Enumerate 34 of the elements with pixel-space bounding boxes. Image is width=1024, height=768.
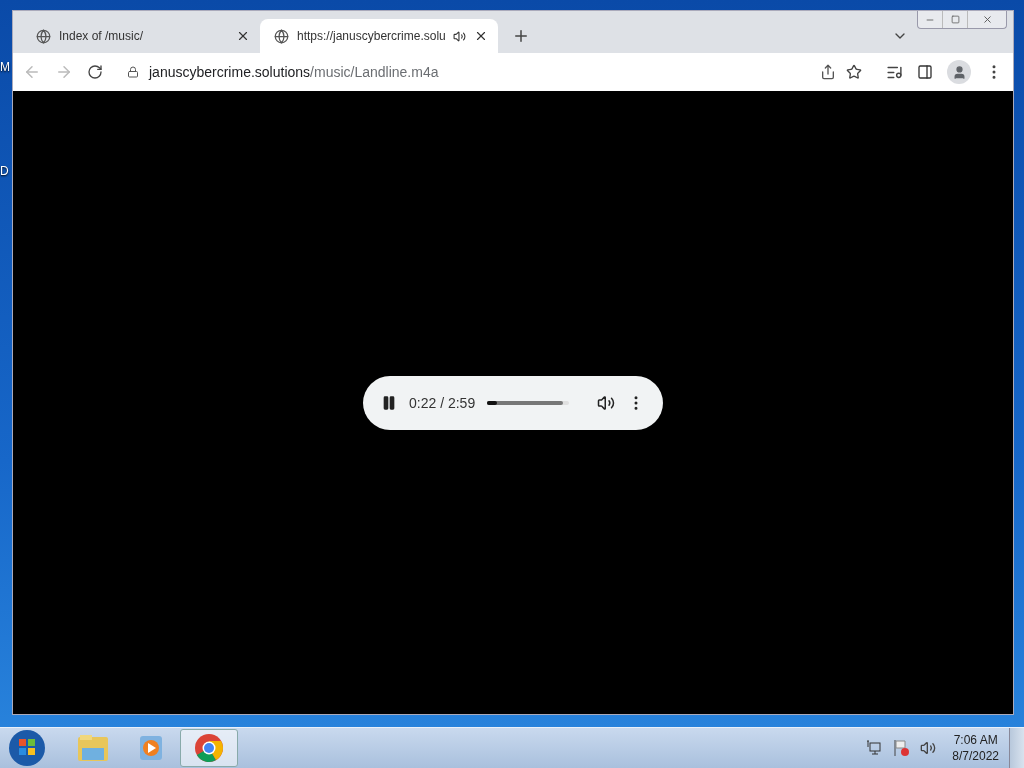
tab-title: Index of /music/ [59, 29, 145, 43]
taskbar-app-button[interactable] [180, 729, 238, 767]
volume-icon[interactable] [597, 393, 615, 412]
desktop-icon-label[interactable]: M [0, 60, 12, 74]
folder-icon [77, 734, 109, 762]
star-icon[interactable] [846, 64, 862, 80]
tab-title: https://januscybercrime.solu [297, 29, 445, 43]
show-desktop-button[interactable] [1009, 728, 1024, 768]
flag-icon[interactable] [892, 739, 911, 757]
browser-tab[interactable]: Index of /music/ [22, 19, 260, 53]
profile-avatar[interactable] [947, 60, 971, 84]
speaker-icon[interactable] [453, 29, 466, 43]
new-tab-icon[interactable] [512, 27, 530, 45]
url-text: januscybercrime.solutions/music/Landline.m4a [149, 64, 440, 80]
network-icon[interactable] [866, 740, 883, 756]
globe-icon [274, 28, 289, 44]
media-player-icon [137, 734, 165, 762]
clock[interactable]: 7:06 AM 8/7/2022 [952, 733, 999, 763]
globe-icon [36, 28, 51, 44]
share-icon[interactable] [820, 64, 836, 80]
close-tab-icon[interactable] [236, 29, 250, 43]
browser-tab[interactable]: https://januscybercrime.solu [260, 19, 498, 53]
desktop-icon-label[interactable]: D [0, 164, 12, 178]
speaker-icon[interactable] [920, 740, 937, 756]
chrome-icon [194, 733, 224, 763]
lock-icon [127, 66, 139, 78]
playback-time: 0:22 / 2:59 [409, 394, 476, 411]
close-icon [981, 14, 993, 25]
reload-icon[interactable] [87, 64, 103, 80]
start-button[interactable] [8, 729, 46, 767]
close-tab-icon[interactable] [474, 29, 488, 43]
pause-icon[interactable] [381, 394, 397, 411]
maximize-icon [950, 15, 960, 24]
side-panel-icon[interactable] [917, 64, 933, 80]
